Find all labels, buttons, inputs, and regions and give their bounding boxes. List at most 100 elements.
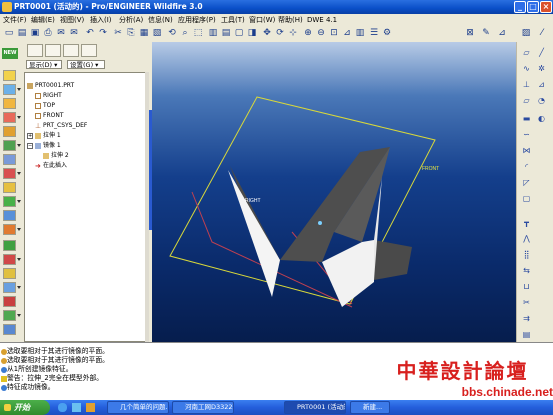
thicken-tool-icon[interactable]: ▤ — [521, 330, 532, 340]
shell-tool-icon[interactable]: ▢ — [521, 194, 532, 204]
task-button-2[interactable]: 河南工网D3322班... — [172, 401, 234, 414]
regenerate-icon[interactable]: ⟲ — [166, 27, 178, 39]
menu-view[interactable]: 视图(V) — [60, 15, 84, 25]
sweep-tool-icon[interactable]: ∽ — [521, 130, 532, 140]
menu-applications[interactable]: 应用程序(P) — [178, 15, 216, 25]
undo-icon[interactable]: ↶ — [84, 27, 96, 39]
tool-icon-5[interactable] — [3, 126, 16, 137]
tool-icon-16[interactable] — [3, 282, 16, 293]
view-manager-icon[interactable]: ⚙ — [381, 27, 393, 39]
zoom-out-icon[interactable]: ⊖ — [315, 27, 327, 39]
menu-insert[interactable]: 插入(I) — [90, 15, 112, 25]
tool-icon-1[interactable] — [3, 70, 16, 81]
datum-axis-toggle-icon[interactable]: ⁄ — [536, 27, 548, 39]
task-button-3[interactable]: PRT0001 (活动的)... — [284, 401, 346, 414]
spin-center-icon[interactable]: ✥ — [261, 27, 273, 39]
revolve-tool-icon[interactable]: ◐ — [536, 114, 547, 124]
menu-window[interactable]: 窗口(W) — [249, 15, 275, 25]
datum-plane-tool-icon[interactable]: ▱ — [521, 48, 532, 58]
blend-tool-icon[interactable]: ⋈ — [521, 146, 532, 156]
csys-tool-icon[interactable]: ⊥ — [521, 80, 532, 90]
search-icon[interactable]: ⌕ — [179, 27, 191, 39]
tool-icon-15[interactable] — [3, 268, 16, 279]
tree-node-front[interactable]: FRONT — [43, 112, 64, 120]
tree-node-extrude-2[interactable]: 拉伸 2 — [51, 152, 69, 160]
cut-icon[interactable]: ✂ — [112, 27, 124, 39]
tool-icon-8[interactable] — [3, 168, 16, 179]
reorient-icon[interactable]: ⊿ — [341, 27, 353, 39]
redo-icon[interactable]: ↷ — [97, 27, 109, 39]
menu-edit[interactable]: 编辑(E) — [31, 15, 55, 25]
refit-icon[interactable]: ⊡ — [328, 27, 340, 39]
round-tool-icon[interactable]: ◜ — [521, 162, 532, 172]
tool-icon-17[interactable] — [3, 296, 16, 307]
tool-icon-14[interactable] — [3, 254, 16, 265]
merge-tool-icon[interactable]: ⊔ — [521, 282, 532, 292]
orient-icon[interactable]: ⟳ — [274, 27, 286, 39]
sketch-tool-icon[interactable]: ▱ — [521, 96, 532, 106]
analysis-tool-icon[interactable]: ⊿ — [536, 80, 547, 90]
graphics-viewport[interactable]: RIGHT FRONT — [152, 42, 516, 342]
datum-plane-toggle-icon[interactable]: ▨ — [520, 27, 532, 39]
menu-file[interactable]: 文件(F) — [3, 15, 27, 25]
copy-icon[interactable]: ⎘ — [125, 27, 137, 39]
settings-dropdown[interactable]: 设置(G) ▾ — [67, 60, 105, 69]
shading-icon[interactable]: ◨ — [246, 27, 258, 39]
tree-node-extrude-1[interactable]: 拉伸 1 — [43, 132, 61, 140]
datum-axis-tool-icon[interactable]: ╱ — [536, 48, 547, 58]
tool-icon-7[interactable] — [3, 154, 16, 165]
minimize-icon[interactable]: _ — [514, 1, 526, 13]
menu-dwe[interactable]: DWE 4.1 — [307, 15, 337, 25]
chamfer-tool-icon[interactable]: ◸ — [521, 178, 532, 188]
datum-point-tool-icon[interactable]: ✲ — [536, 64, 547, 74]
context-help-icon[interactable]: ✎ — [480, 27, 492, 39]
new-file-icon[interactable]: ▭ — [3, 27, 15, 39]
new-component-icon[interactable]: NEW — [2, 48, 18, 59]
saved-views-icon[interactable]: ▥ — [354, 27, 366, 39]
wireframe-icon[interactable]: ▥ — [207, 27, 219, 39]
maximize-icon[interactable]: □ — [527, 1, 539, 13]
tool-icon-19[interactable] — [3, 324, 16, 335]
tool-icon-6[interactable] — [3, 140, 16, 151]
desktop-icon[interactable] — [72, 403, 81, 412]
print-icon[interactable]: ⎙ — [42, 27, 54, 39]
paste-special-icon[interactable]: ▧ — [151, 27, 163, 39]
tool-icon-4[interactable] — [3, 112, 16, 123]
zoom-in-icon[interactable]: ⊕ — [302, 27, 314, 39]
layers-icon[interactable]: ☰ — [368, 27, 380, 39]
paste-icon[interactable]: ▦ — [138, 27, 150, 39]
email-icon[interactable]: ✉ — [55, 27, 67, 39]
save-icon[interactable]: ▣ — [29, 27, 41, 39]
sketch-tools-icon[interactable]: ⊿ — [496, 27, 508, 39]
tool-icon-18[interactable] — [3, 310, 16, 321]
menu-analysis[interactable]: 分析(A) — [119, 15, 143, 25]
tree-node-right[interactable]: RIGHT — [43, 92, 62, 100]
rib-tool-icon[interactable]: ┳ — [521, 218, 532, 228]
trim-tool-icon[interactable]: ✂ — [521, 298, 532, 308]
expand-plus-icon[interactable]: + — [27, 133, 33, 139]
tool-icon-3[interactable] — [3, 98, 16, 109]
menu-info[interactable]: 信息(N) — [148, 15, 173, 25]
folder-browser-tab-icon[interactable] — [45, 44, 61, 57]
tree-node-csys[interactable]: PRT_CSYS_DEF — [43, 122, 87, 130]
tool-icon-12[interactable] — [3, 224, 16, 235]
tree-node-insert-here[interactable]: 在此插入 — [43, 162, 67, 170]
tree-node-part[interactable]: PRT0001.PRT — [35, 82, 74, 90]
close-window-icon[interactable]: ⊠ — [464, 27, 476, 39]
model-tree-tab-icon[interactable] — [27, 44, 43, 57]
show-dropdown[interactable]: 显示(D) ▾ — [26, 60, 62, 69]
draft-tool-icon[interactable]: ⋀ — [521, 234, 532, 244]
quick-launch-icon[interactable] — [86, 403, 95, 412]
no-hidden-icon[interactable]: ▢ — [233, 27, 245, 39]
tool-icon-2[interactable] — [3, 84, 16, 95]
menu-help[interactable]: 帮助(H) — [278, 15, 303, 25]
tree-node-top[interactable]: TOP — [43, 102, 55, 110]
tool-icon-9[interactable] — [3, 182, 16, 193]
collapse-minus-icon[interactable]: − — [27, 143, 33, 149]
datum-curve-tool-icon[interactable]: ∿ — [521, 64, 532, 74]
tool-icon-13[interactable] — [3, 240, 16, 251]
close-icon[interactable]: × — [540, 1, 552, 13]
tool-icon-10[interactable] — [3, 196, 16, 207]
email-link-icon[interactable]: ✉ — [68, 27, 80, 39]
tree-node-mirror-1[interactable]: 镜像 1 — [43, 142, 61, 150]
